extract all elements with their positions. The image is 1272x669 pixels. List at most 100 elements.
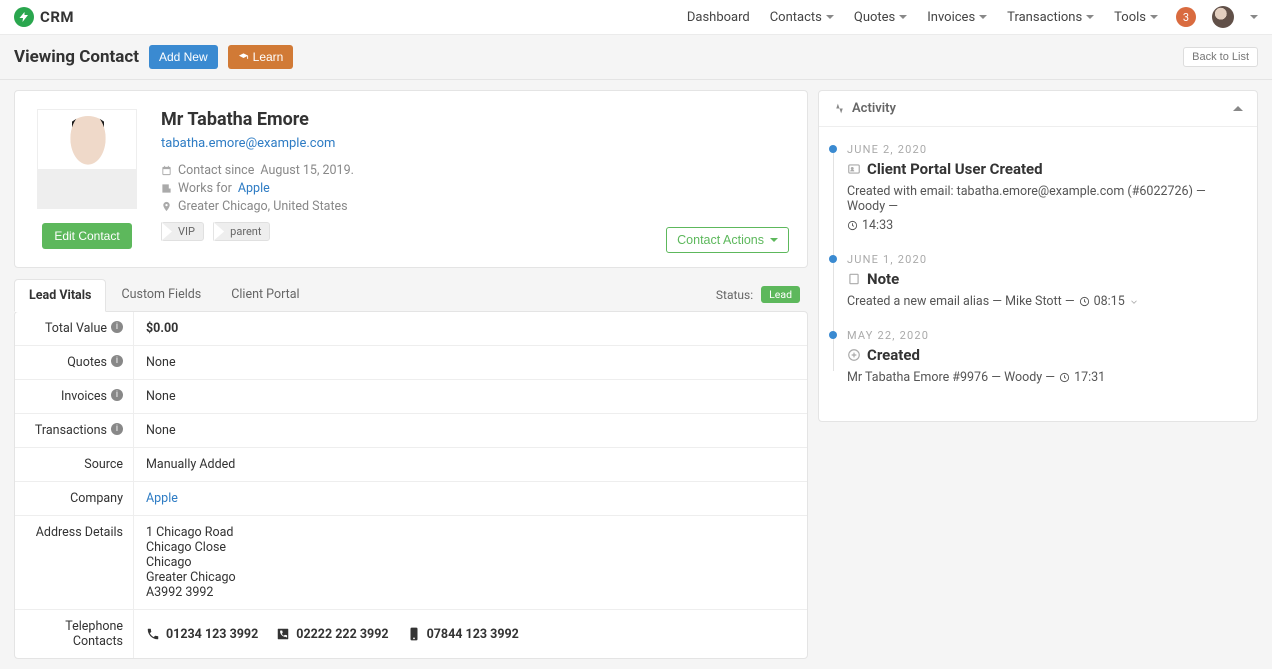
row-telephone: Telephone Contacts 01234 123 3992 02222 …: [15, 610, 807, 658]
value-total-value: $0.00: [146, 321, 178, 336]
value-invoices: None: [133, 380, 807, 413]
phone-number: 07844 123 3992: [427, 627, 519, 642]
since-prefix: Contact since: [178, 163, 254, 178]
label-source: Source: [84, 457, 123, 472]
label-transactions: Transactions: [35, 423, 107, 438]
row-source: Source Manually Added: [15, 448, 807, 482]
add-new-label: Add New: [159, 50, 208, 64]
status-value: Lead: [769, 288, 792, 301]
addr-line: Greater Chicago: [146, 570, 795, 585]
phone-icon: [146, 627, 160, 641]
chevron-down-icon: [1150, 15, 1158, 19]
heartbeat-icon: [833, 102, 846, 115]
tab-client-portal[interactable]: Client Portal: [216, 278, 314, 311]
learn-button[interactable]: Learn: [228, 45, 294, 69]
activity-title: Created: [847, 346, 1241, 364]
activity-title-text: Note: [867, 270, 899, 288]
row-company: Company Apple: [15, 482, 807, 516]
info-icon[interactable]: i: [111, 355, 123, 367]
status-area: Status: Lead: [716, 286, 808, 303]
phone-alt[interactable]: 02222 222 3992: [276, 619, 388, 649]
back-label: Back to List: [1192, 51, 1249, 63]
add-new-button[interactable]: Add New: [149, 45, 218, 69]
phone-square-icon: [276, 627, 290, 641]
works-for-prefix: Works for: [178, 181, 232, 196]
edit-contact-label: Edit Contact: [54, 229, 119, 243]
row-quotes: Quotesi None: [15, 346, 807, 380]
nav-contacts[interactable]: Contacts: [768, 6, 836, 29]
nav-transactions[interactable]: Transactions: [1005, 6, 1096, 29]
learn-icon: [238, 52, 249, 63]
brand[interactable]: CRM: [14, 7, 74, 27]
chevron-down-icon[interactable]: [1129, 297, 1139, 307]
addr-line: A3992 3992: [146, 585, 795, 600]
activity-feed: JUNE 2, 2020 Client Portal User Created …: [819, 127, 1257, 421]
since-date: August 15, 2019.: [260, 163, 354, 178]
activity-body: Created a new email alias — Mike Stott —…: [847, 294, 1241, 309]
value-quotes: None: [133, 346, 807, 379]
value-source: Manually Added: [133, 448, 807, 481]
chevron-down-icon: [899, 15, 907, 19]
clock-icon: [1059, 372, 1070, 383]
edit-contact-button[interactable]: Edit Contact: [42, 223, 131, 249]
user-menu-caret-icon[interactable]: [1250, 15, 1258, 19]
nav-invoices[interactable]: Invoices: [925, 6, 989, 29]
activity-header[interactable]: Activity: [819, 91, 1257, 127]
activity-time: 08:15: [1094, 294, 1125, 309]
phone-number: 02222 222 3992: [296, 627, 388, 642]
tab-custom-fields[interactable]: Custom Fields: [106, 278, 216, 311]
addr-line: 1 Chicago Road: [146, 525, 795, 540]
nav-quotes-label: Quotes: [854, 10, 895, 25]
activity-title: Client Portal User Created: [847, 160, 1241, 178]
info-icon[interactable]: i: [111, 389, 123, 401]
user-avatar[interactable]: [1212, 6, 1234, 28]
mobile-icon: [407, 627, 421, 641]
activity-item: JUNE 1, 2020 Note Created a new email al…: [847, 253, 1241, 309]
note-icon: [847, 272, 861, 286]
activity-body-pre: Created a new email alias — Mike Stott —: [847, 294, 1075, 309]
value-transactions: None: [133, 414, 807, 447]
label-quotes: Quotes: [67, 355, 107, 370]
tag-parent[interactable]: parent: [213, 222, 270, 241]
tab-lead-vitals-label: Lead Vitals: [29, 288, 91, 303]
phone-mobile[interactable]: 07844 123 3992: [407, 619, 519, 649]
nav-invoices-label: Invoices: [927, 10, 975, 25]
activity-date: MAY 22, 2020: [847, 329, 1241, 342]
plus-circle-icon: [847, 348, 861, 362]
activity-title-text: Client Portal User Created: [867, 160, 1043, 178]
row-total-value: Total Value i $0.00: [15, 312, 807, 346]
phone-landline[interactable]: 01234 123 3992: [146, 619, 258, 649]
info-icon[interactable]: i: [111, 423, 123, 435]
value-telephone: 01234 123 3992 02222 222 3992 07844 123 …: [133, 610, 807, 658]
lead-vitals-table: Total Valuei $0.00 Quotesi None Invoices…: [14, 311, 808, 659]
status-label: Status:: [716, 288, 753, 302]
tag-vip[interactable]: VIP: [161, 222, 204, 241]
label-total-value: Total Value: [45, 321, 107, 336]
back-to-list-button[interactable]: Back to List: [1183, 47, 1258, 67]
notifications-badge[interactable]: 3: [1176, 7, 1196, 27]
nav-dashboard[interactable]: Dashboard: [685, 6, 752, 29]
contact-actions-button[interactable]: Contact Actions: [666, 227, 789, 253]
status-badge: Lead: [761, 286, 800, 303]
company-link-text: Apple: [238, 181, 270, 196]
contact-company: Works for Apple: [161, 181, 785, 196]
tab-lead-vitals[interactable]: Lead Vitals: [14, 279, 106, 312]
building-icon: [161, 183, 172, 194]
label-invoices: Invoices: [61, 389, 107, 404]
nav-transactions-label: Transactions: [1007, 10, 1082, 25]
activity-item: MAY 22, 2020 Created Mr Tabatha Emore #9…: [847, 329, 1241, 385]
company-value-link[interactable]: Apple: [146, 491, 178, 506]
contact-since: Contact since August 15, 2019.: [161, 163, 785, 178]
contact-actions-wrap: Contact Actions: [666, 227, 789, 253]
nav-tools[interactable]: Tools: [1112, 6, 1160, 29]
activity-item: JUNE 2, 2020 Client Portal User Created …: [847, 143, 1241, 233]
company-link[interactable]: Apple: [238, 181, 270, 196]
nav-quotes[interactable]: Quotes: [852, 6, 909, 29]
brand-name: CRM: [40, 8, 74, 26]
tabs-bar: Lead Vitals Custom Fields Client Portal …: [14, 278, 808, 311]
left-column: Edit Contact Mr Tabatha Emore tabatha.em…: [14, 90, 808, 659]
label-company: Company: [70, 491, 123, 506]
info-icon[interactable]: i: [111, 321, 123, 333]
tab-client-portal-label: Client Portal: [231, 287, 299, 302]
contact-email-link[interactable]: tabatha.emore@example.com: [161, 136, 785, 151]
